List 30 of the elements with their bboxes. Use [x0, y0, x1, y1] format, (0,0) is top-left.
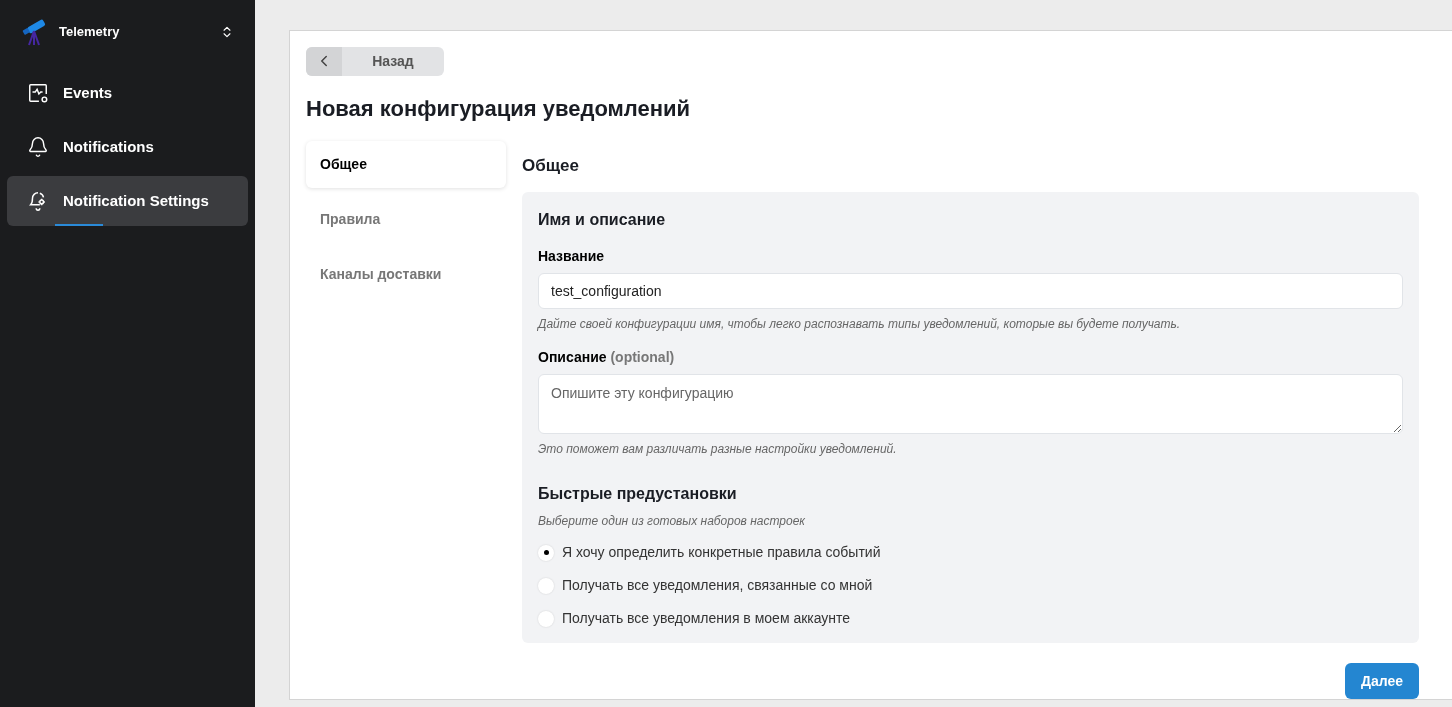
workspace-name: Telemetry: [59, 23, 120, 42]
active-indicator: [55, 224, 103, 226]
group-title: Быстрые предустановки: [538, 484, 738, 504]
option-label: Получать все уведомления в моем аккаунте: [562, 609, 851, 628]
sidebar-item[interactable]: Notifications: [7, 122, 248, 172]
group-subtitle: Выберите один из готовых наборов настроек: [538, 513, 806, 530]
option-label: Получать все уведомления, связанные со мной: [562, 576, 873, 595]
group-title: Имя и описание: [538, 210, 667, 230]
step-tab[interactable]: Каналы доставки: [306, 250, 506, 298]
preset-option[interactable]: Получать все уведомления, связанные со мной: [538, 575, 1403, 596]
bell-icon: [27, 136, 49, 158]
chart-window-icon: [27, 82, 49, 104]
back-button[interactable]: Назад: [306, 47, 444, 76]
next-button[interactable]: Далее: [1345, 663, 1419, 699]
section-title: Общее: [522, 154, 580, 177]
sidebar-item[interactable]: Events: [7, 68, 248, 118]
field-label: Описание (optional): [538, 348, 676, 367]
sidebar-item[interactable]: Notification Settings: [7, 176, 248, 226]
preset-option[interactable]: Я хочу определить конкретные правила событий: [538, 542, 1403, 563]
description-textarea[interactable]: Опишите эту конфигурацию: [538, 374, 1403, 434]
preset-option[interactable]: Получать все уведомления в моем аккаунте: [538, 608, 1403, 629]
name-input[interactable]: test_configuration: [538, 273, 1403, 309]
step-tab[interactable]: Общее: [306, 140, 506, 188]
step-tab[interactable]: Правила: [306, 195, 506, 243]
field-label: Название: [538, 247, 606, 266]
field-hint: Это поможет вам различать разные настройки уведомлений.: [538, 441, 898, 458]
radio-button[interactable]: [538, 544, 554, 561]
field-hint: Дайте своей конфигурации имя, чтобы легко распознавать типы уведомлений, которые вы будете получать.: [538, 316, 1182, 333]
page-title: Новая конфигурация уведомлений: [306, 94, 692, 123]
option-label: Я хочу определить конкретные правила событий: [562, 543, 881, 562]
